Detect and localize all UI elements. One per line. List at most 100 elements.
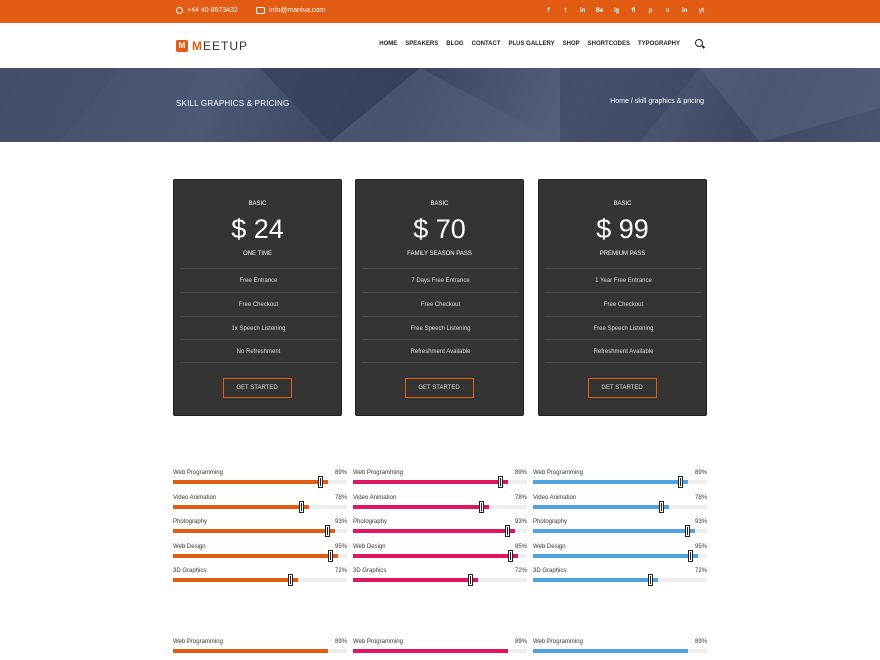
skill-slider-handle[interactable] bbox=[509, 550, 513, 561]
skill-fill bbox=[533, 578, 659, 582]
phone-contact[interactable]: +44 40 8873432 bbox=[176, 7, 238, 14]
skill-track bbox=[173, 501, 347, 512]
behance-icon[interactable]: Be bbox=[595, 6, 604, 16]
plan-feature: Free Checkout bbox=[545, 292, 702, 316]
plan-feature: 1x Speech Listening bbox=[180, 316, 337, 340]
skill-fill bbox=[173, 504, 309, 509]
plan-feature: Free Entrance bbox=[180, 268, 337, 292]
skill-bar: 3D Graphics 72% bbox=[533, 568, 707, 588]
skill-track bbox=[353, 477, 527, 487]
skill-track bbox=[533, 550, 707, 561]
facebook-icon[interactable]: f bbox=[544, 6, 553, 16]
skill-label: Web Programming bbox=[353, 470, 403, 476]
skill-fill bbox=[353, 504, 489, 509]
envelope-icon bbox=[256, 7, 265, 14]
skill-percent: 93% bbox=[694, 519, 707, 525]
skill-percent: 72% bbox=[334, 568, 347, 574]
skill-slider-handle[interactable] bbox=[685, 526, 689, 536]
skill-track bbox=[173, 526, 347, 536]
skill-bar: Web Design 95% bbox=[533, 544, 707, 564]
main-nav: HOME SPEAKERS BLOG CONTACT PLUS GALLERY … bbox=[379, 41, 680, 47]
banner-polygon-pattern bbox=[0, 68, 880, 142]
site-header: M MEETUP HOME SPEAKERS BLOG CONTACT PLUS… bbox=[0, 23, 880, 68]
plan-feature: No Refreshment bbox=[180, 339, 337, 363]
nav-contact[interactable]: CONTACT bbox=[472, 41, 501, 47]
skill-bar: Photography 93% bbox=[353, 519, 527, 539]
skill-slider-handle[interactable] bbox=[498, 477, 502, 487]
nav-shortcodes[interactable]: SHORTCODES bbox=[588, 41, 630, 47]
get-started-button[interactable]: GET STARTED bbox=[404, 378, 474, 398]
skill-slider-handle[interactable] bbox=[649, 575, 653, 585]
page-title: SKILL GRAPHICS & PRICING bbox=[176, 99, 290, 108]
email-address: info@maniva.com bbox=[269, 7, 326, 14]
skill-bar: Web Programming 89% bbox=[173, 470, 347, 490]
skill-percent: 72% bbox=[694, 568, 707, 574]
logo[interactable]: M MEETUP bbox=[176, 39, 248, 53]
skill-bar: Video Animation 78% bbox=[533, 495, 707, 515]
skill-slider-handle[interactable] bbox=[329, 550, 333, 561]
skill-slider-handle[interactable] bbox=[689, 550, 693, 561]
skill-bar: Web Programming 89% bbox=[353, 470, 527, 490]
logo-text: MEETUP bbox=[192, 39, 249, 53]
plan-subtitle: FAMILY SEASON PASS bbox=[407, 251, 472, 257]
youtube-icon[interactable]: yt bbox=[697, 6, 706, 16]
skill-bar: Web Programming 89% bbox=[173, 639, 347, 659]
nav-blog[interactable]: BLOG bbox=[446, 41, 463, 47]
skill-percent: 78% bbox=[694, 494, 707, 501]
plan-price: $ 24 bbox=[231, 214, 284, 244]
get-started-button[interactable]: GET STARTED bbox=[222, 378, 292, 398]
skill-slider-handle[interactable] bbox=[299, 501, 303, 512]
skill-percent: 89% bbox=[694, 470, 707, 476]
vimeo-icon[interactable]: v bbox=[663, 6, 672, 16]
skill-track bbox=[173, 550, 347, 561]
skill-label: Video Animation bbox=[533, 494, 577, 501]
get-started-button[interactable]: GET STARTED bbox=[587, 378, 657, 398]
pricing-card: BASIC $ 24 ONE TIME Free Entrance Free C… bbox=[173, 179, 342, 416]
plan-price: $ 70 bbox=[413, 214, 466, 244]
email-contact[interactable]: info@maniva.com bbox=[256, 7, 325, 14]
skill-percent: 95% bbox=[694, 543, 707, 550]
skill-fill bbox=[533, 649, 688, 653]
skill-slider-handle[interactable] bbox=[505, 526, 509, 536]
plan-feature: Refreshment Available bbox=[362, 339, 519, 363]
skill-slider-handle[interactable] bbox=[318, 477, 322, 487]
nav-shop[interactable]: SHOP bbox=[563, 41, 580, 47]
linkedin-icon-2[interactable]: in bbox=[680, 6, 689, 16]
pinterest-icon[interactable]: p bbox=[646, 6, 655, 16]
skill-slider-handle[interactable] bbox=[678, 477, 682, 487]
nav-home[interactable]: HOME bbox=[379, 41, 397, 47]
skill-label: Video Animation bbox=[173, 494, 217, 501]
skill-slider-handle[interactable] bbox=[325, 526, 329, 536]
skill-track bbox=[353, 526, 527, 536]
instagram-icon[interactable]: ig bbox=[612, 6, 621, 16]
flickr-icon[interactable]: fl bbox=[629, 6, 638, 16]
skill-fill bbox=[173, 553, 339, 558]
nav-typography[interactable]: TYPOGRAPHY bbox=[638, 41, 680, 47]
skill-track bbox=[533, 649, 707, 653]
skill-track bbox=[353, 550, 527, 561]
skill-bar: Video Animation 78% bbox=[173, 495, 347, 515]
breadcrumb[interactable]: Home / skill graphics & pricing bbox=[610, 98, 704, 105]
skill-label: Web Programming bbox=[173, 639, 223, 645]
skill-slider-handle[interactable] bbox=[659, 501, 663, 512]
skill-label: Web Programming bbox=[533, 470, 583, 476]
skill-label: Web Design bbox=[353, 543, 386, 550]
nav-speakers[interactable]: SPEAKERS bbox=[405, 41, 438, 47]
linkedin-icon[interactable]: in bbox=[578, 6, 587, 16]
search-icon[interactable] bbox=[695, 39, 703, 47]
skill-bar: Web Design 95% bbox=[173, 544, 347, 564]
skill-slider-handle[interactable] bbox=[469, 575, 473, 585]
skill-track bbox=[173, 575, 347, 585]
skill-track bbox=[353, 575, 527, 585]
nav-plus-gallery[interactable]: PLUS GALLERY bbox=[509, 41, 555, 47]
skill-slider-handle[interactable] bbox=[289, 575, 293, 585]
skill-slider-handle[interactable] bbox=[479, 501, 483, 512]
skill-fill bbox=[353, 553, 519, 558]
logo-mark-icon: M bbox=[176, 40, 188, 52]
plan-name: BASIC bbox=[248, 201, 267, 207]
skill-fill bbox=[533, 480, 688, 484]
skill-bar: Photography 93% bbox=[533, 519, 707, 539]
skill-bar: Photography 93% bbox=[173, 519, 347, 539]
plan-feature: Refreshment Available bbox=[545, 339, 702, 363]
twitter-icon[interactable]: t bbox=[561, 6, 570, 16]
